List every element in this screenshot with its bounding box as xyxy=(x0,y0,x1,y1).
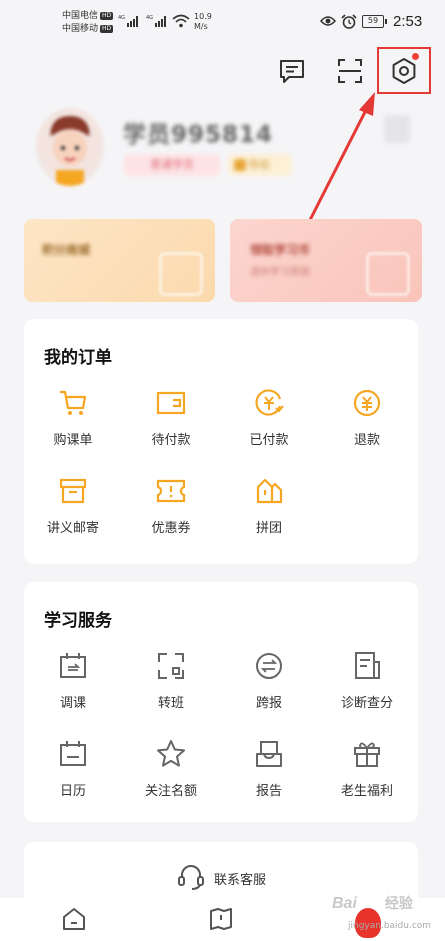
scan-icon[interactable] xyxy=(335,56,365,86)
contact-service-label: 联系客服 xyxy=(214,873,267,888)
calendar-icon xyxy=(60,741,86,766)
service-label-cross: 跨报 xyxy=(255,696,282,711)
paid-icon xyxy=(255,389,284,416)
clock: 2:53 xyxy=(393,13,423,30)
coupon-icon xyxy=(156,479,186,503)
promo-right-subtitle: 送你学习奖励 xyxy=(250,267,310,278)
order-item-pending[interactable]: 待付款 xyxy=(122,387,220,448)
signal-icon: 4G xyxy=(118,15,138,27)
carrier-1: 中国电信 HD xyxy=(62,11,114,22)
service-label-follow: 关注名额 xyxy=(144,784,197,799)
watermark-sub: jingyan.baidu.com xyxy=(348,921,432,931)
eye-icon xyxy=(320,16,336,26)
order-label-cart: 购课单 xyxy=(53,433,93,448)
order-item-group-buy[interactable]: 拼团 xyxy=(220,475,318,536)
refund-icon xyxy=(353,389,381,417)
carrier-2: 中国移动 HD xyxy=(62,24,114,35)
battery-indicator: 59 xyxy=(362,15,387,28)
calendar-adjust-icon xyxy=(60,653,86,678)
group-buy-icon xyxy=(256,478,283,504)
level-badge[interactable]: 等级 xyxy=(228,154,292,176)
message-icon[interactable] xyxy=(277,56,307,86)
order-label-pending: 待付款 xyxy=(151,433,191,448)
wallet-icon xyxy=(156,391,186,415)
service-item-adjust[interactable]: 调课 xyxy=(24,650,122,711)
gift-decoration-icon-2 xyxy=(366,252,410,296)
order-label-group-buy: 拼团 xyxy=(255,521,282,536)
star-icon xyxy=(157,740,185,767)
order-label-coupon: 优惠券 xyxy=(151,521,191,536)
profile-arrow-icon[interactable] xyxy=(384,115,410,143)
package-icon xyxy=(59,478,87,504)
order-item-paid[interactable]: 已付款 xyxy=(220,387,318,448)
inbox-icon xyxy=(256,741,282,767)
promo-card-points[interactable]: 积分商城 xyxy=(24,219,215,302)
watermark-mark: 经验 xyxy=(384,895,413,911)
cart-icon xyxy=(60,390,87,415)
wifi-icon xyxy=(172,14,190,28)
svg-text:4G: 4G xyxy=(146,15,153,21)
order-item-mailing[interactable]: 讲义邮寄 xyxy=(24,475,122,536)
report-card-icon xyxy=(355,652,380,679)
status-bar: 中国电信 HD 中国移动 HD 4G 4G 10.9 M/s 59 2:53 xyxy=(0,0,445,40)
member-badge[interactable]: 普通学员 xyxy=(124,154,220,176)
signal-icon-2: 4G xyxy=(146,15,166,27)
service-item-follow[interactable]: 关注名额 xyxy=(122,738,220,799)
orders-title: 我的订单 xyxy=(44,348,112,368)
order-label-mailing: 讲义邮寄 xyxy=(46,521,99,536)
username: 学员995814 xyxy=(123,122,274,148)
orders-card: 我的订单 购课单 待付款 已付款 退款 讲义邮寄 优惠券 拼团 xyxy=(24,319,418,564)
network-speed: 10.9 M/s xyxy=(194,12,212,32)
gift-decoration-icon xyxy=(159,252,203,296)
carrier-2-label: 中国移动 xyxy=(62,24,99,34)
service-label-diagnose: 诊断查分 xyxy=(340,696,393,711)
order-item-refund[interactable]: 退款 xyxy=(318,387,416,448)
service-item-diagnose[interactable]: 诊断查分 xyxy=(318,650,416,711)
order-label-paid: 已付款 xyxy=(249,433,289,448)
svg-text:4G: 4G xyxy=(118,15,125,21)
order-label-refund: 退款 xyxy=(353,433,380,448)
carrier-1-label: 中国电信 xyxy=(62,11,99,21)
watermark: Bai 经验 xyxy=(332,893,413,913)
promo-card-coins[interactable]: 领取学习币 送你学习奖励 xyxy=(230,219,422,302)
services-card: 学习服务 调课 转班 跨报 诊断查分 日历 关注名额 报告 老生福利 xyxy=(24,582,418,822)
hd-badge: HD xyxy=(100,11,114,20)
service-label-welfare: 老生福利 xyxy=(340,784,393,799)
speed-value: 10.9 xyxy=(194,12,212,21)
service-item-report[interactable]: 报告 xyxy=(220,738,318,799)
switch-icon xyxy=(256,653,282,679)
transfer-icon xyxy=(158,653,184,679)
service-item-cross[interactable]: 跨报 xyxy=(220,650,318,711)
service-item-welfare[interactable]: 老生福利 xyxy=(318,738,416,799)
speed-unit: M/s xyxy=(194,22,208,31)
hd-badge-2: HD xyxy=(100,24,114,33)
order-item-cart[interactable]: 购课单 xyxy=(24,387,122,448)
settings-highlight-box xyxy=(377,47,431,94)
services-title: 学习服务 xyxy=(44,611,112,631)
service-item-calendar[interactable]: 日历 xyxy=(24,738,122,799)
book-icon[interactable] xyxy=(208,906,234,932)
alarm-icon xyxy=(341,14,357,29)
avatar[interactable] xyxy=(36,108,104,186)
gift-icon xyxy=(354,742,380,767)
service-label-adjust: 调课 xyxy=(59,696,86,711)
service-item-transfer[interactable]: 转班 xyxy=(122,650,220,711)
promo-left-title: 积分商城 xyxy=(42,243,91,257)
service-label-calendar: 日历 xyxy=(59,784,86,799)
order-item-coupon[interactable]: 优惠券 xyxy=(122,475,220,536)
service-label-transfer: 转班 xyxy=(157,696,184,711)
watermark-text: Bai xyxy=(332,895,357,912)
service-label-report: 报告 xyxy=(255,784,282,799)
headset-icon xyxy=(178,865,204,890)
home-icon[interactable] xyxy=(61,906,87,932)
avatar-illustration-icon xyxy=(36,108,104,186)
promo-right-title: 领取学习币 xyxy=(250,243,311,257)
